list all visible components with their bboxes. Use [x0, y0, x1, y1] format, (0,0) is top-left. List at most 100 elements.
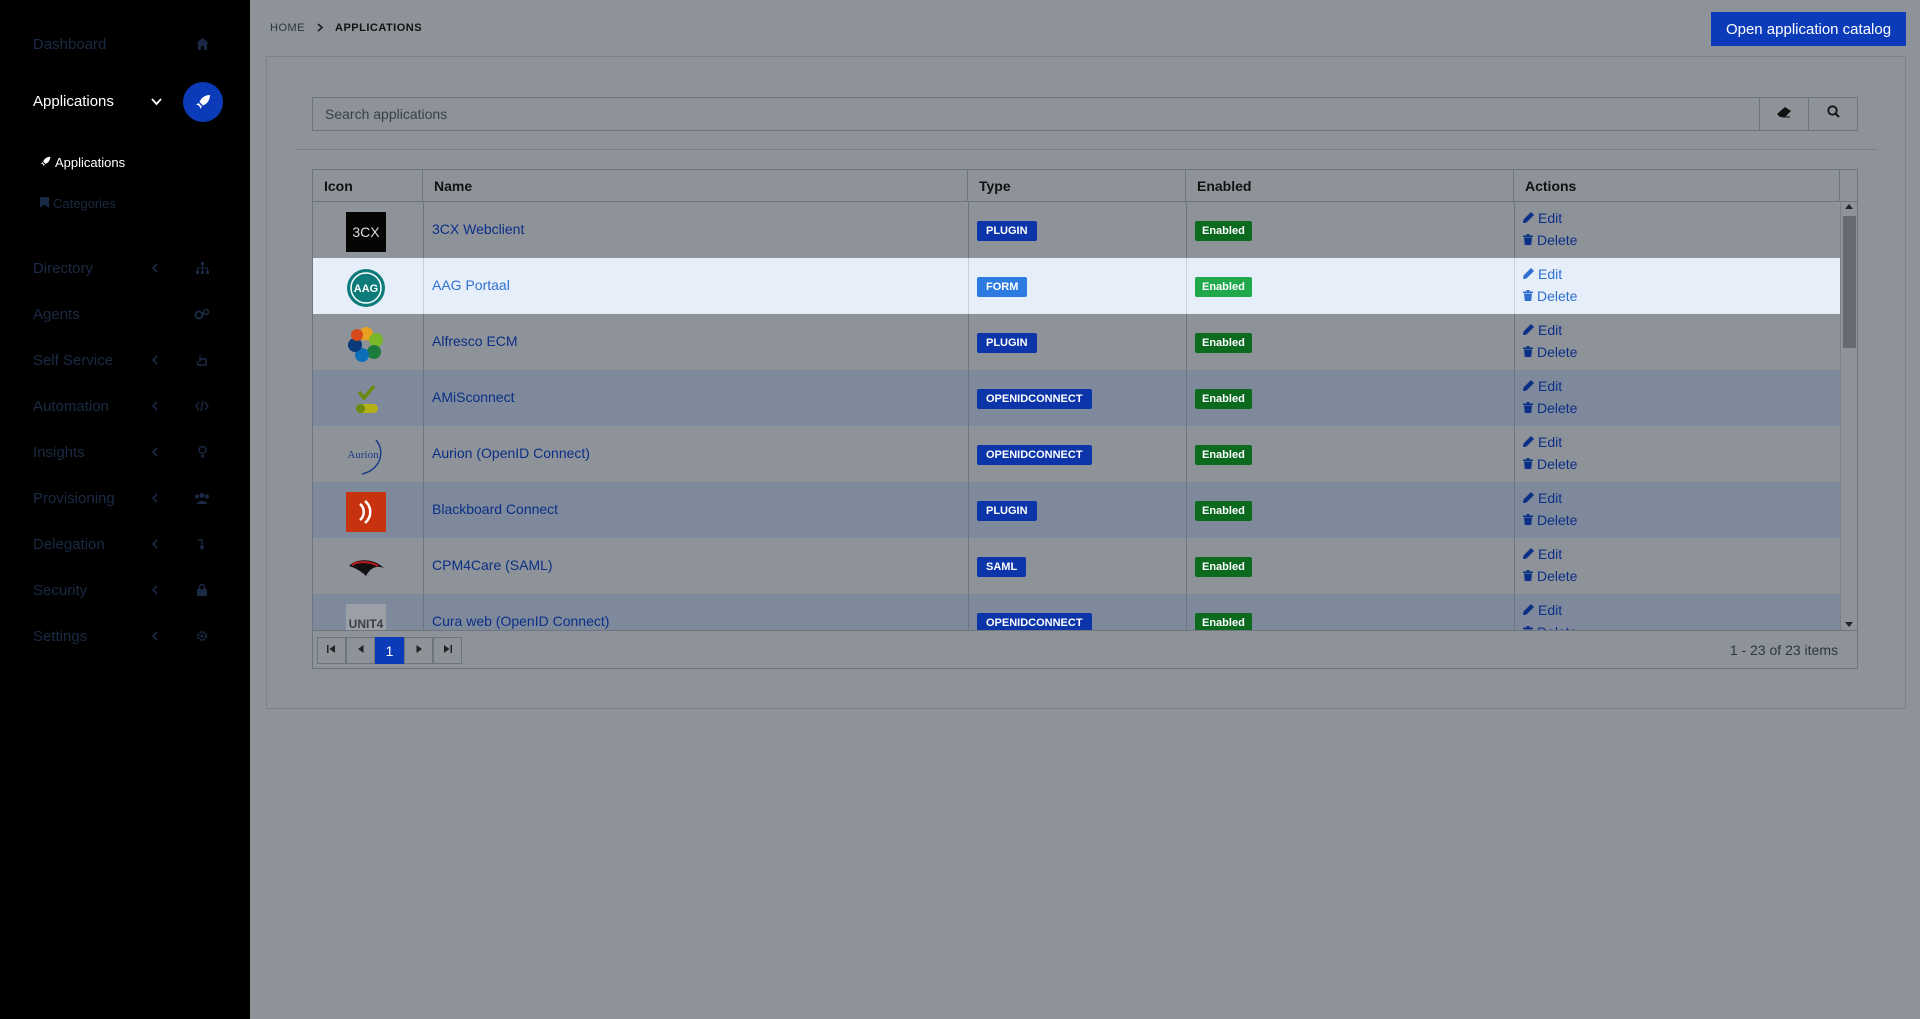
topbar: HOME APPLICATIONS Open application catal…	[250, 0, 1920, 56]
app-name-link[interactable]: CPM4Care (SAML)	[432, 557, 553, 573]
sidebar-item-insights[interactable]: Insights	[0, 429, 250, 475]
edit-link[interactable]: Edit	[1523, 322, 1562, 338]
sidebar-item-delegation[interactable]: Delegation	[0, 521, 250, 567]
logo-text: Aurion	[347, 449, 379, 461]
table-row[interactable]: Blackboard Connect PLUGIN Enabled Edit D…	[313, 482, 1840, 538]
trash-icon	[1523, 568, 1533, 584]
column-header-enabled[interactable]: Enabled	[1186, 170, 1514, 202]
column-header-icon[interactable]: Icon	[313, 170, 423, 202]
breadcrumb-home[interactable]: HOME	[270, 22, 305, 34]
edit-label: Edit	[1538, 378, 1563, 394]
app-name-link[interactable]: AAG Portaal	[432, 277, 510, 293]
edit-link[interactable]: Edit	[1523, 602, 1562, 618]
sidebar-item-directory[interactable]: Directory	[0, 245, 250, 291]
app-name-link[interactable]: Alfresco ECM	[432, 333, 518, 349]
delete-label: Delete	[1537, 456, 1578, 472]
edit-label: Edit	[1538, 546, 1563, 562]
aag-logo-icon: AAG	[346, 268, 386, 308]
sidebar-item-automation[interactable]: Automation	[0, 383, 250, 429]
edit-link[interactable]: Edit	[1523, 210, 1562, 226]
delete-label: Delete	[1537, 288, 1578, 304]
column-header-name[interactable]: Name	[423, 170, 968, 202]
table-row[interactable]: Alfresco ECM PLUGIN Enabled Edit Delete	[313, 314, 1840, 370]
amisconnect-logo-icon	[346, 380, 386, 420]
app-name-link[interactable]: Blackboard Connect	[432, 501, 558, 517]
chevron-left-icon	[151, 353, 158, 368]
column-header-type[interactable]: Type	[968, 170, 1186, 202]
delete-label: Delete	[1537, 400, 1578, 416]
delete-link[interactable]: Delete	[1523, 400, 1577, 416]
last-page-icon	[443, 645, 452, 656]
sidebar-item-provisioning[interactable]: Provisioning	[0, 475, 250, 521]
cogs-icon	[193, 305, 211, 323]
app-name-link[interactable]: 3CX Webclient	[432, 221, 524, 237]
search-input[interactable]	[313, 98, 1759, 130]
grid-scrollbar[interactable]	[1840, 202, 1857, 630]
table-row[interactable]: CPM4Care (SAML) SAML Enabled Edit Delete	[313, 538, 1840, 594]
chevron-left-icon	[151, 261, 158, 276]
applications-grid: Icon Name Type Enabled Actions 3CX 3CX W…	[312, 169, 1858, 669]
edit-link[interactable]: Edit	[1523, 378, 1562, 394]
clear-search-button[interactable]	[1759, 98, 1808, 130]
sidebar-item-applications[interactable]: Applications	[0, 78, 250, 124]
subnav-item-applications[interactable]: Applications	[40, 155, 125, 170]
table-row[interactable]: AMiSconnect OPENIDCONNECT Enabled Edit D…	[313, 370, 1840, 426]
delete-link[interactable]: Delete	[1523, 456, 1577, 472]
edit-link[interactable]: Edit	[1523, 266, 1562, 282]
sidebar-item-settings[interactable]: Settings	[0, 613, 250, 659]
delete-link[interactable]: Delete	[1523, 232, 1577, 248]
subnav-item-label: Applications	[55, 155, 126, 170]
status-badge: Enabled	[1195, 277, 1252, 297]
table-row[interactable]: UNIT4 Cura web (OpenID Connect) OPENIDCO…	[313, 594, 1840, 630]
trash-icon	[1523, 456, 1533, 472]
cpm4care-logo-icon	[346, 548, 386, 588]
next-page-button[interactable]	[404, 637, 433, 664]
type-badge: FORM	[977, 277, 1028, 297]
delete-link[interactable]: Delete	[1523, 288, 1577, 304]
scroll-thumb[interactable]	[1843, 216, 1856, 348]
status-badge: Enabled	[1195, 333, 1252, 353]
edit-link[interactable]: Edit	[1523, 546, 1562, 562]
chevron-left-icon	[151, 399, 158, 414]
gear-icon	[193, 627, 211, 645]
logo-text: 3CX	[352, 224, 380, 240]
sidebar-item-label: Delegation	[33, 535, 105, 553]
lightbulb-icon	[193, 443, 211, 461]
edit-link[interactable]: Edit	[1523, 434, 1562, 450]
delete-link[interactable]: Delete	[1523, 512, 1577, 528]
type-badge: OPENIDCONNECT	[977, 389, 1092, 409]
edit-label: Edit	[1538, 434, 1563, 450]
sidebar-item-dashboard[interactable]: Dashboard	[0, 21, 250, 67]
breadcrumb-current: APPLICATIONS	[335, 22, 423, 34]
scroll-down-arrow-icon[interactable]	[1845, 622, 1853, 627]
table-row[interactable]: Aurion Aurion (OpenID Connect) OPENIDCON…	[313, 426, 1840, 482]
table-row[interactable]: 3CX 3CX Webclient PLUGIN Enabled Edit De…	[313, 202, 1840, 258]
sidebar-item-security[interactable]: Security	[0, 567, 250, 613]
chevron-down-icon	[151, 94, 162, 109]
app-name-link[interactable]: Aurion (OpenID Connect)	[432, 445, 590, 461]
delete-link[interactable]: Delete	[1523, 568, 1577, 584]
sidebar-item-self-service[interactable]: Self Service	[0, 337, 250, 383]
hand-pointer-icon	[193, 351, 211, 369]
sidebar-item-label: Provisioning	[33, 489, 115, 507]
subnav-item-categories[interactable]: Categories	[40, 196, 116, 211]
app-name-link[interactable]: AMiSconnect	[432, 389, 514, 405]
first-page-button[interactable]	[317, 637, 346, 664]
home-icon	[193, 35, 211, 53]
edit-link[interactable]: Edit	[1523, 490, 1562, 506]
sidebar: Dashboard Applications Applications Cate…	[0, 0, 250, 1019]
delete-link[interactable]: Delete	[1523, 344, 1577, 360]
alfresco-logo-icon	[346, 324, 386, 364]
status-badge: Enabled	[1195, 613, 1252, 630]
sidebar-item-agents[interactable]: Agents	[0, 291, 250, 337]
sidebar-item-label: Applications	[33, 92, 114, 110]
search-button[interactable]	[1808, 98, 1857, 130]
app-name-link[interactable]: Cura web (OpenID Connect)	[432, 613, 609, 629]
page-button-current[interactable]: 1	[375, 637, 404, 664]
blackboard-logo-icon	[346, 492, 386, 532]
scroll-up-arrow-icon[interactable]	[1845, 204, 1853, 209]
table-row[interactable]: AAG AAG Portaal FORM Enabled Edit Delete	[313, 258, 1840, 314]
last-page-button[interactable]	[433, 637, 462, 664]
previous-page-button[interactable]	[346, 637, 375, 664]
open-catalog-button[interactable]: Open application catalog	[1711, 12, 1906, 46]
